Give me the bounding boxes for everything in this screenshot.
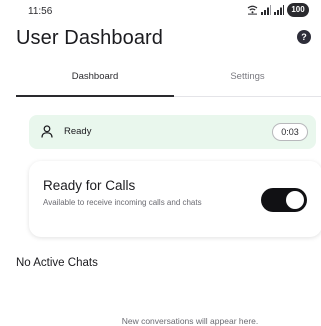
- card-description: Available to receive incoming calls and …: [43, 198, 202, 207]
- tab-settings-label: Settings: [230, 71, 265, 82]
- active-tab-indicator: [16, 95, 174, 97]
- status-bar: 11:56 100: [0, 0, 321, 22]
- tab-bar: Dashboard Settings: [16, 66, 321, 97]
- status-time: 11:56: [28, 6, 53, 17]
- signal-icon: [274, 5, 284, 15]
- card-title: Ready for Calls: [43, 178, 136, 193]
- wifi-calling-icon: [247, 5, 258, 15]
- battery-icon: 100: [287, 3, 309, 17]
- help-button[interactable]: ?: [297, 30, 311, 44]
- help-icon: ?: [301, 32, 307, 42]
- page-title: User Dashboard: [16, 27, 164, 49]
- signal-icon: [261, 5, 271, 15]
- tab-dashboard[interactable]: Dashboard: [16, 66, 174, 96]
- status-label: Ready: [64, 126, 92, 137]
- chats-section-title: No Active Chats: [16, 257, 98, 269]
- ready-for-calls-card: Ready for Calls Available to receive inc…: [29, 161, 321, 237]
- header: User Dashboard ?: [16, 27, 311, 53]
- tab-settings[interactable]: Settings: [174, 66, 321, 96]
- ready-for-calls-toggle[interactable]: [261, 188, 307, 212]
- status-timer: 0:03: [272, 123, 308, 141]
- status-banner: Ready 0:03: [29, 115, 316, 149]
- person-icon: [41, 125, 53, 138]
- toggle-knob: [286, 191, 304, 209]
- status-icons: 100: [247, 3, 309, 17]
- tab-dashboard-label: Dashboard: [71, 71, 119, 82]
- empty-chats-message: New conversations will appear here.: [121, 316, 259, 326]
